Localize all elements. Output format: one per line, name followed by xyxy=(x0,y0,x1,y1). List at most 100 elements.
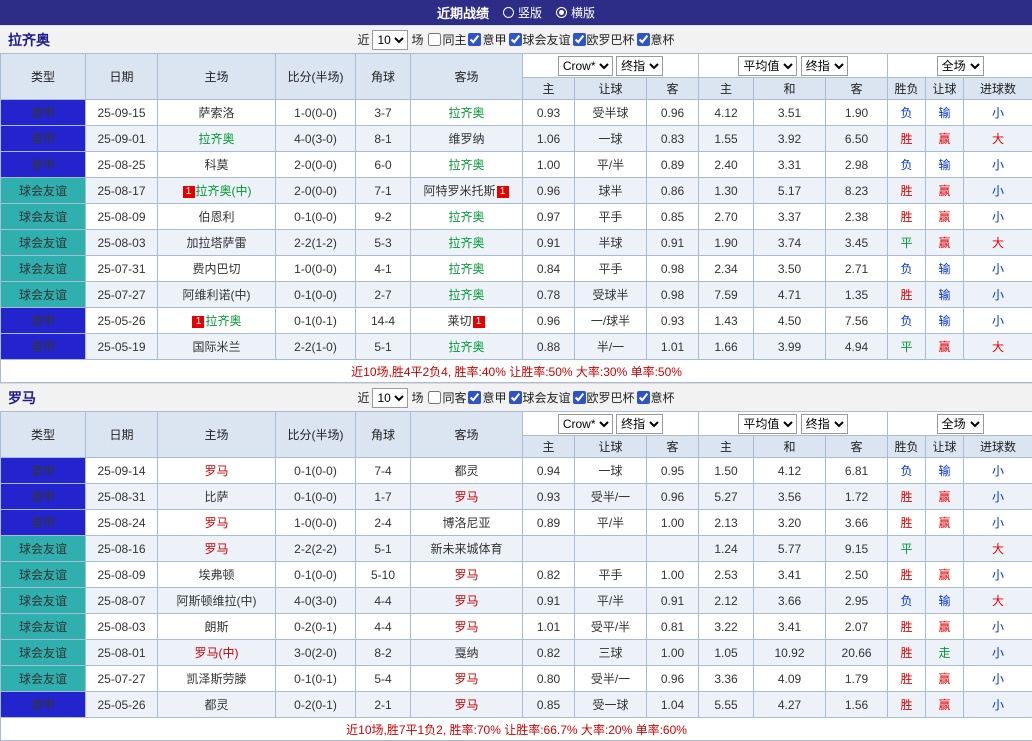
scope-select[interactable]: 全场 xyxy=(937,414,984,434)
avg-select[interactable]: 平均值 xyxy=(738,56,797,76)
odds-time-select[interactable]: 终指 xyxy=(616,414,663,434)
team-name-link[interactable]: 罗马 xyxy=(454,672,478,686)
team-name-link[interactable]: 科莫 xyxy=(204,158,228,172)
home-team-cell: 朗斯 xyxy=(158,614,276,640)
team-name-link[interactable]: 罗马 xyxy=(204,516,228,530)
team-name-link[interactable]: 罗马 xyxy=(454,620,478,634)
team-name-link[interactable]: 罗马 xyxy=(454,490,478,504)
team-name-link[interactable]: 罗马 xyxy=(204,542,228,556)
team-name-link[interactable]: 维罗纳 xyxy=(448,132,484,146)
team-name-link[interactable]: 拉齐奥 xyxy=(448,210,484,224)
corner-cell: 6-0 xyxy=(356,152,411,178)
team-name-link[interactable]: 国际米兰 xyxy=(192,340,240,354)
team-name-link[interactable]: 罗马 xyxy=(204,464,228,478)
team-name-link[interactable]: 罗马(中) xyxy=(195,646,239,660)
team-name-link[interactable]: 朗斯 xyxy=(204,620,228,634)
avg-away-odds-cell: 1.79 xyxy=(826,666,888,692)
team-name-link[interactable]: 拉齐奥 xyxy=(448,340,484,354)
ah-away-odds-cell: 0.96 xyxy=(647,484,699,510)
filter-option[interactable]: 同客 xyxy=(428,389,466,406)
filter-option[interactable]: 意杯 xyxy=(637,31,675,48)
team-name-link[interactable]: 拉齐奥 xyxy=(448,106,484,120)
team-name-link[interactable]: 罗马 xyxy=(454,698,478,712)
team-name-link[interactable]: 拉齐奥 xyxy=(448,158,484,172)
team-name-link[interactable]: 伯恩利 xyxy=(198,210,234,224)
team-name-link[interactable]: 萨索洛 xyxy=(198,106,234,120)
odds-company-select[interactable]: Crow* xyxy=(558,414,613,434)
matches-tbody: 意甲25-09-14罗马0-1(0-0)7-4都灵0.94一球0.951.504… xyxy=(1,458,1032,718)
ah-away-odds-cell: 0.96 xyxy=(647,666,699,692)
team-name-link[interactable]: 拉齐奥 xyxy=(198,132,234,146)
team-name-link[interactable]: 比萨 xyxy=(204,490,228,504)
team-name-link[interactable]: 都灵 xyxy=(204,698,228,712)
filter-label: 欧罗巴杯 xyxy=(587,31,635,48)
filter-checkbox[interactable] xyxy=(428,391,441,404)
ah-home-odds-cell: 0.89 xyxy=(523,510,575,536)
team-name-link[interactable]: 罗马 xyxy=(454,594,478,608)
col-header-home: 主场 xyxy=(158,54,276,100)
team-name-link[interactable]: 阿维利诺(中) xyxy=(183,288,251,302)
filter-checkbox[interactable] xyxy=(468,33,481,46)
scope-select[interactable]: 全场 xyxy=(937,56,984,76)
avg-time-select[interactable]: 终指 xyxy=(801,414,848,434)
match-count-select[interactable]: 10 xyxy=(372,388,408,408)
away-team-cell: 戛纳 xyxy=(411,640,523,666)
match-row: 意甲25-09-01拉齐奥4-0(3-0)8-1维罗纳1.06一球0.831.5… xyxy=(1,126,1032,152)
avg-select[interactable]: 平均值 xyxy=(738,414,797,434)
col-header-ah-away: 客 xyxy=(647,78,699,100)
filter-checkbox[interactable] xyxy=(573,391,586,404)
filter-option[interactable]: 欧罗巴杯 xyxy=(573,389,635,406)
section-roma: 罗马 近 10 场 同客意甲球会友谊欧罗巴杯意杯 类型 日期 主场 比分(半 xyxy=(0,383,1032,741)
filter-checkbox[interactable] xyxy=(468,391,481,404)
filter-checkbox[interactable] xyxy=(637,391,650,404)
team-name-link[interactable]: 戛纳 xyxy=(454,646,478,660)
match-count-select[interactable]: 10 xyxy=(372,30,408,50)
team-name-link[interactable]: 费内巴切 xyxy=(192,262,240,276)
odds-time-select[interactable]: 终指 xyxy=(616,56,663,76)
team-name-link[interactable]: 新未来城体育 xyxy=(430,542,502,556)
filter-option[interactable]: 球会友谊 xyxy=(509,31,571,48)
view-option-horizontal[interactable]: 横版 xyxy=(556,4,595,21)
view-option-vertical[interactable]: 竖版 xyxy=(503,4,542,21)
team-name-link[interactable]: 拉齐奥 xyxy=(448,262,484,276)
team-name-link[interactable]: 加拉塔萨雷 xyxy=(186,236,246,250)
filter-option[interactable]: 意甲 xyxy=(468,31,506,48)
team-name-link[interactable]: 拉齐奥 xyxy=(448,236,484,250)
col-header-ah-line: 让球 xyxy=(575,436,647,458)
filter-checkbox[interactable] xyxy=(573,33,586,46)
team-name-link[interactable]: 罗马 xyxy=(454,568,478,582)
team-name-link[interactable]: 阿斯顿维拉(中) xyxy=(177,594,257,608)
team-name-link[interactable]: 博洛尼亚 xyxy=(442,516,490,530)
team-name-link[interactable]: 拉齐奥 xyxy=(448,288,484,302)
away-team-cell: 新未来城体育 xyxy=(411,536,523,562)
team-name-link[interactable]: 拉齐奥 xyxy=(205,314,241,328)
vertical-radio-icon[interactable] xyxy=(503,7,514,18)
filter-checkbox[interactable] xyxy=(509,33,522,46)
filter-checkbox[interactable] xyxy=(637,33,650,46)
ah-away-odds-cell: 1.00 xyxy=(647,562,699,588)
team-name-link[interactable]: 拉齐奥(中) xyxy=(196,184,252,198)
match-row: 球会友谊25-08-16罗马2-2(2-2)5-1新未来城体育1.245.779… xyxy=(1,536,1032,562)
goals-cell: 大 xyxy=(964,126,1032,152)
filter-checkbox[interactable] xyxy=(428,33,441,46)
horizontal-radio-icon[interactable] xyxy=(556,7,567,18)
filter-option[interactable]: 欧罗巴杯 xyxy=(573,31,635,48)
filter-checkbox[interactable] xyxy=(509,391,522,404)
team-name-link[interactable]: 凯泽斯劳滕 xyxy=(186,672,246,686)
goals-cell: 大 xyxy=(964,536,1032,562)
team-name-link[interactable]: 都灵 xyxy=(454,464,478,478)
match-row: 球会友谊25-07-27凯泽斯劳滕0-1(0-1)5-4罗马0.80受半/一0.… xyxy=(1,666,1032,692)
team-name-link[interactable]: 埃弗顿 xyxy=(198,568,234,582)
filter-option[interactable]: 意甲 xyxy=(468,389,506,406)
filter-option[interactable]: 意杯 xyxy=(637,389,675,406)
team-name-link[interactable]: 莱切 xyxy=(447,314,471,328)
team-name-link[interactable]: 阿特罗米托斯 xyxy=(423,184,495,198)
odds-company-select[interactable]: Crow* xyxy=(558,56,613,76)
filter-option[interactable]: 同主 xyxy=(428,31,466,48)
filter-option[interactable]: 球会友谊 xyxy=(509,389,571,406)
avg-time-select[interactable]: 终指 xyxy=(801,56,848,76)
handicap-result-cell: 赢 xyxy=(926,692,964,718)
avg-draw-odds-cell: 3.50 xyxy=(754,256,826,282)
handicap-result-cell: 赢 xyxy=(926,510,964,536)
match-row: 球会友谊25-08-171拉齐奥(中)2-0(0-0)7-1阿特罗米托斯10.9… xyxy=(1,178,1032,204)
